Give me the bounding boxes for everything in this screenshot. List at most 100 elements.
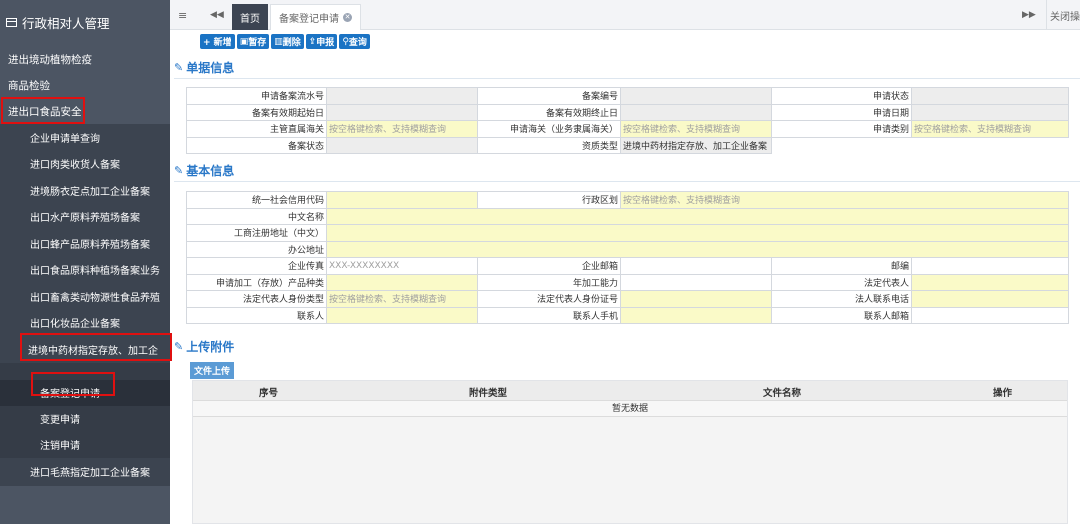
res-type-field: 进境中药材指定存放、加工企业备案 [620, 136, 772, 154]
postcode-input[interactable] [911, 257, 1069, 275]
delete-label: 删除 [282, 38, 301, 48]
section-basic-info: ✎ 基本信息 [174, 162, 234, 179]
label-credit-code: 统一社会信用代码 [186, 191, 327, 209]
sidebar-sub-livestock[interactable]: 出口畜禽类动物源性食品养殖 [0, 283, 170, 310]
save-button[interactable]: ▣ 暂存 [236, 34, 270, 49]
record-status-field [326, 136, 478, 154]
label-customs: 主管直属海关 [186, 120, 327, 138]
sidebar-sub-aquatic-farm[interactable]: 出口水产原料养殖场备案 [0, 203, 170, 230]
query-label: 查询 [348, 38, 367, 48]
label-id-no: 法定代表人身份证号 [477, 290, 621, 308]
valid-end-field [620, 103, 772, 121]
id-no-input[interactable] [620, 290, 772, 308]
save-icon: ▣ [239, 36, 249, 47]
sidebar-sub2-registration[interactable]: 备案登记申请 [0, 379, 170, 406]
save-label: 暂存 [248, 38, 267, 48]
divider [1046, 0, 1047, 30]
tab-scroll-left-icon[interactable]: ◀◀ [210, 0, 224, 30]
query-button[interactable]: ⚲ 查询 [339, 34, 370, 49]
new-button[interactable]: + 新增 [200, 34, 235, 49]
col-header-index[interactable]: 序号 [259, 385, 278, 399]
file-upload-button[interactable]: 文件上传 [190, 362, 235, 379]
close-icon[interactable]: ✕ [343, 13, 352, 22]
product-input[interactable] [326, 273, 478, 291]
office-addr-input[interactable] [326, 240, 1069, 258]
trash-icon: ▥ [274, 36, 283, 47]
customs-input[interactable]: 按空格键检索、支持模糊查询 [326, 120, 478, 138]
credit-code-input[interactable] [326, 191, 478, 209]
section-title: 单据信息 [186, 61, 235, 75]
serial-field [326, 87, 478, 105]
section-title: 基本信息 [186, 164, 235, 178]
col-header-filename[interactable]: 文件名称 [763, 385, 801, 399]
label-apply-customs: 申请海关（业务隶属海关） [477, 120, 621, 138]
label-serial: 申请备案流水号 [186, 87, 327, 105]
submit-button[interactable]: ⇪ 申报 [305, 34, 338, 49]
label-office-addr: 办公地址 [186, 240, 327, 258]
sidebar-sub2-change[interactable]: 变更申请 [0, 405, 170, 432]
col-header-type[interactable]: 附件类型 [469, 385, 507, 399]
tab-registration[interactable]: 备案登记申请 ✕ [270, 4, 361, 30]
label-record-status: 备案状态 [186, 136, 327, 154]
tab-home[interactable]: 首页 [232, 4, 268, 30]
record-no-field [620, 87, 772, 105]
sidebar-item-plant-quarantine[interactable]: 进出境动植物检疫 [0, 46, 170, 72]
label-apply-date: 申请日期 [771, 103, 912, 121]
sidebar-sub-bee-farm[interactable]: 出口蜂产品原料养殖场备案 [0, 230, 170, 257]
label-valid-start: 备案有效期起始日 [186, 103, 327, 121]
menu-icon[interactable]: ≡ [178, 0, 187, 30]
label-contact-email: 联系人邮箱 [771, 306, 912, 324]
fax-input[interactable]: XXX-XXXXXXXX [326, 257, 478, 275]
label-cn-name: 中文名称 [186, 207, 327, 225]
email-input[interactable] [620, 257, 772, 275]
id-type-input[interactable]: 按空格键检索、支持模糊查询 [326, 290, 478, 308]
section-doc-info: ✎ 单据信息 [174, 59, 234, 76]
sidebar-item-commodity-inspection[interactable]: 商品检验 [0, 72, 170, 98]
sidebar-sub-bird-nest[interactable]: 进口毛燕指定加工企业备案 [0, 457, 170, 486]
valid-start-field [326, 103, 478, 121]
table-header: 序号 附件类型 文件名称 操作 [193, 381, 1067, 401]
empty-message: 暂无数据 [193, 401, 1067, 417]
apply-customs-input[interactable]: 按空格键检索、支持模糊查询 [620, 120, 772, 138]
empty-cell [912, 137, 1069, 154]
contact-email-input[interactable] [911, 306, 1069, 324]
sidebar-sub-herbal-medicine[interactable]: 进境中药材指定存放、加工企 [0, 336, 170, 363]
sidebar-sub-meat-receiver[interactable]: 进口肉类收货人备案 [0, 150, 170, 177]
basic-info-form: 统一社会信用代码 行政区划 按空格键检索、支持模糊查询 中文名称 工商注册地址（… [186, 191, 1069, 324]
contact-phone-input[interactable] [620, 306, 772, 324]
apply-date-field [911, 103, 1069, 121]
doc-info-form: 申请备案流水号 备案编号 申请状态 备案有效期起始日 备案有效期终止日 申请日期… [186, 87, 1069, 154]
tab-scroll-right-icon[interactable]: ▶▶ [1022, 0, 1036, 30]
sidebar-title: 行政相对人管理 [0, 0, 170, 44]
close-operations-button[interactable]: 关闭操 [1050, 0, 1080, 30]
sidebar-sub-casing-processing[interactable]: 进境肠衣定点加工企业备案 [0, 177, 170, 204]
apply-type-input[interactable]: 按空格键检索、支持模糊查询 [911, 120, 1069, 138]
sidebar-sub-cosmetics[interactable]: 出口化妆品企业备案 [0, 309, 170, 336]
attachment-table: 序号 附件类型 文件名称 操作 暂无数据 [192, 380, 1068, 524]
empty-cell [772, 137, 912, 154]
sidebar-item-food-safety[interactable]: 进出口食品安全 [0, 98, 170, 124]
sidebar-sub-plantation[interactable]: 出口食品原料种植场备案业务 [0, 256, 170, 283]
section-title: 上传附件 [186, 340, 235, 354]
reg-addr-input[interactable] [326, 224, 1069, 242]
col-header-action[interactable]: 操作 [993, 385, 1012, 399]
label-region: 行政区划 [477, 191, 621, 209]
region-input[interactable]: 按空格键检索、支持模糊查询 [620, 191, 1069, 209]
label-contact: 联系人 [186, 306, 327, 324]
legal-rep-input[interactable] [911, 273, 1069, 291]
label-record-no: 备案编号 [477, 87, 621, 105]
label-product: 申请加工（存放）产品种类 [186, 273, 327, 291]
sidebar-sub2-cancel[interactable]: 注销申请 [0, 431, 170, 458]
edit-icon: ✎ [174, 164, 184, 177]
rep-phone-input[interactable] [911, 290, 1069, 308]
cn-name-input[interactable] [326, 207, 1069, 225]
contact-input[interactable] [326, 306, 478, 324]
label-legal-rep: 法定代表人 [771, 273, 912, 291]
sidebar-sub-enterprise-query[interactable]: 企业申请单查询 [0, 124, 170, 151]
window-icon [6, 17, 17, 27]
search-icon: ⚲ [342, 36, 349, 47]
delete-button[interactable]: ▥ 删除 [271, 34, 304, 49]
capacity-input[interactable] [620, 273, 772, 291]
label-res-type: 资质类型 [477, 136, 621, 154]
label-valid-end: 备案有效期终止日 [477, 103, 621, 121]
